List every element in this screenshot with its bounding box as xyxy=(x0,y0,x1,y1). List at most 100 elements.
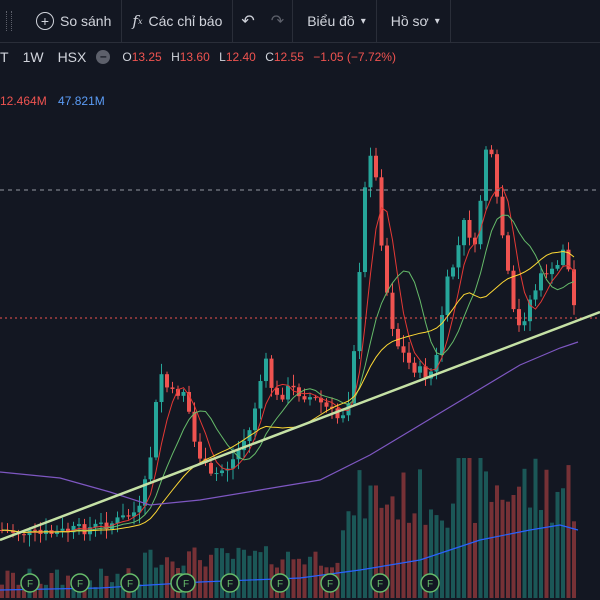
chart-menu-button[interactable]: Biểu đồ ▾ xyxy=(293,0,376,42)
candle-body xyxy=(407,352,411,363)
volume-bar xyxy=(357,470,362,598)
candle-body xyxy=(126,515,131,517)
low-value: 12.40 xyxy=(225,50,256,64)
candle-body xyxy=(264,358,268,382)
volume-bar xyxy=(165,557,169,598)
candle-body xyxy=(214,473,219,475)
toolbar-divider xyxy=(449,0,451,42)
top-toolbar: + So sánh fx Các chỉ báo ↶ ↷ Biểu đồ ▾ H… xyxy=(0,0,600,43)
volume-bar xyxy=(264,546,268,598)
candle-body xyxy=(33,529,37,531)
candle-body xyxy=(478,200,483,245)
volume-bar xyxy=(517,486,521,598)
candle-body xyxy=(77,524,81,526)
volume-bar xyxy=(313,551,318,598)
candle-body xyxy=(220,470,224,474)
candle-body xyxy=(517,309,521,326)
volume-bar xyxy=(214,548,219,598)
candle-body xyxy=(154,402,158,458)
compare-button[interactable]: + So sánh xyxy=(12,0,121,42)
candle-body xyxy=(165,374,169,388)
candle-body xyxy=(484,149,488,201)
volume-bar xyxy=(528,507,532,598)
candle-body xyxy=(374,155,378,178)
volume-bar xyxy=(401,472,406,598)
volume-bar xyxy=(462,458,466,598)
candle-body xyxy=(280,394,285,400)
indicators-label: Các chỉ báo xyxy=(148,13,223,29)
exchange-label: HSX xyxy=(57,49,87,65)
volume-bar xyxy=(396,519,400,598)
candlesticks xyxy=(0,145,576,547)
volume-bar xyxy=(55,569,59,598)
volume-bar xyxy=(484,471,488,598)
dividend-f-label: F xyxy=(77,579,83,590)
candle-body xyxy=(412,362,417,373)
candle-body xyxy=(572,269,576,306)
volume-bar xyxy=(192,547,197,598)
undo-button[interactable]: ↶ xyxy=(233,0,262,42)
profile-menu-label: Hồ sơ xyxy=(390,13,429,29)
candle-body xyxy=(544,273,549,275)
volume-bar xyxy=(93,587,98,598)
candle-body xyxy=(396,328,400,347)
candle-body xyxy=(368,155,373,188)
volume-bar xyxy=(572,521,576,598)
volume-bar xyxy=(363,518,367,598)
candle-body xyxy=(170,387,175,389)
candle-body xyxy=(192,411,197,442)
volume-bar xyxy=(247,555,252,598)
volume-bar xyxy=(539,510,543,598)
volume-bar xyxy=(451,503,455,598)
volume-bar xyxy=(478,458,483,598)
volume-bar xyxy=(561,488,565,598)
volume-bar xyxy=(456,458,461,598)
volume-bar xyxy=(159,564,164,598)
volume-bar xyxy=(495,485,499,598)
dividend-f-label: F xyxy=(377,579,383,590)
candle-body xyxy=(363,187,367,273)
redo-icon: ↷ xyxy=(270,13,285,30)
volume-bar xyxy=(258,552,263,598)
volume-value: 12.464M xyxy=(0,94,47,108)
dividend-f-label: F xyxy=(127,579,133,590)
open-value: 13.25 xyxy=(131,50,162,64)
volume-bar xyxy=(302,564,307,598)
dividend-f-label: F xyxy=(327,579,333,590)
dividend-f-label: F xyxy=(27,579,33,590)
ma-purple-line xyxy=(0,341,579,506)
chart-menu-label: Biểu đồ xyxy=(307,13,355,29)
volume-bar xyxy=(511,494,516,598)
volume-bar xyxy=(220,548,224,598)
redo-button[interactable]: ↷ xyxy=(263,0,292,42)
interval-label[interactable]: 1W xyxy=(23,49,44,65)
candle-body xyxy=(60,528,65,531)
volume-bar xyxy=(209,554,213,598)
volume-bar xyxy=(489,501,494,598)
volume-bar xyxy=(500,499,505,598)
dividend-markers: FFFFFFFFFF xyxy=(20,573,440,593)
volume-bar xyxy=(44,584,48,598)
profile-menu-button[interactable]: Hồ sơ ▾ xyxy=(377,0,450,42)
candle-body xyxy=(451,267,455,277)
compare-label: So sánh xyxy=(60,13,112,29)
price-chart[interactable]: FFFFFFFFFF xyxy=(0,42,600,600)
volume-bar xyxy=(445,527,450,598)
candle-body xyxy=(313,397,318,399)
volume-bar xyxy=(110,582,114,598)
volume-bar xyxy=(550,522,554,598)
volume-bar xyxy=(198,560,202,598)
ohlc-values: O13.25 H13.60 L12.40 C12.55 −1.05 (−7.72… xyxy=(122,50,396,64)
volume-bar xyxy=(346,511,351,598)
indicators-button[interactable]: fx Các chỉ báo xyxy=(122,0,232,42)
candle-body xyxy=(181,391,186,396)
candle-body xyxy=(506,235,510,271)
candle-body xyxy=(467,220,472,238)
candle-body xyxy=(291,385,296,388)
candle-body xyxy=(385,245,389,293)
dividend-f-label: F xyxy=(277,579,283,590)
volume-bar xyxy=(473,522,477,598)
symbol-name[interactable]: T xyxy=(0,49,9,65)
dividend-f-label: F xyxy=(227,579,233,590)
volume-bar xyxy=(16,584,21,598)
